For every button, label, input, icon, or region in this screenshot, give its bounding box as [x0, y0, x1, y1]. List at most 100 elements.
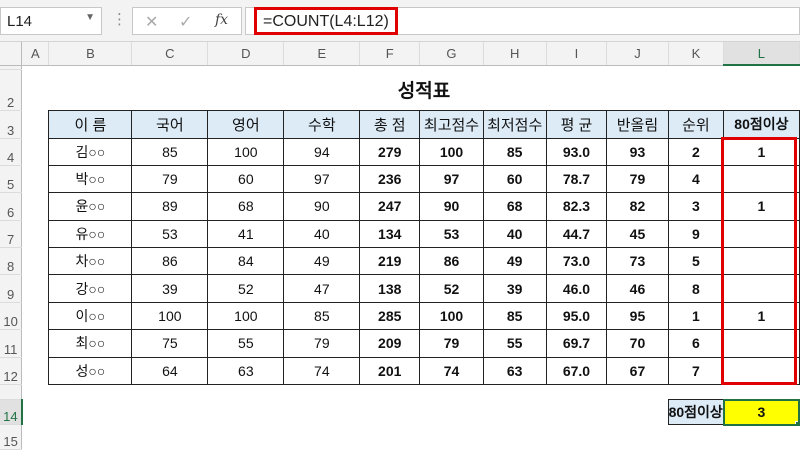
row-header-12[interactable]: 12 — [0, 357, 23, 386]
table-cell[interactable]: 247 — [359, 192, 421, 221]
cell[interactable] — [668, 425, 724, 450]
table-cell[interactable]: 52 — [207, 274, 285, 303]
table-cell[interactable]: 68 — [482, 192, 547, 221]
table-cell[interactable]: 82.3 — [545, 192, 608, 221]
table-cell[interactable]: 55 — [482, 329, 547, 358]
table-cell[interactable]: 78.7 — [545, 164, 608, 194]
table-cell[interactable]: 75 — [131, 329, 209, 358]
cell[interactable] — [668, 385, 724, 400]
cell[interactable] — [22, 357, 49, 384]
table-cell[interactable]: 90 — [283, 192, 361, 221]
table-cell[interactable]: 134 — [359, 219, 421, 249]
cell[interactable] — [208, 385, 284, 400]
table-cell[interactable]: 39 — [482, 274, 547, 303]
table-cell[interactable]: 67.0 — [545, 356, 608, 386]
table-cell[interactable]: 209 — [359, 329, 421, 358]
table-cell[interactable]: 김○○ — [48, 137, 133, 166]
table-cell[interactable]: 45 — [606, 219, 669, 249]
table-cell[interactable]: 60 — [207, 164, 285, 194]
cell[interactable] — [22, 275, 49, 302]
cell[interactable] — [49, 400, 132, 425]
table-cell[interactable]: 69.7 — [545, 329, 608, 358]
summary-label[interactable]: 80점이상 — [667, 399, 725, 426]
table-cell[interactable] — [723, 356, 800, 386]
row-header-9[interactable]: 9 — [0, 274, 23, 303]
fill-handle[interactable] — [795, 420, 797, 423]
cell[interactable] — [22, 248, 49, 275]
table-cell[interactable]: 68 — [207, 192, 285, 221]
name-box[interactable]: L14 ▼ — [0, 7, 102, 35]
cell[interactable] — [420, 425, 484, 450]
table-cell[interactable]: 1 — [723, 137, 800, 166]
table-cell[interactable] — [723, 274, 800, 303]
table-cell[interactable]: 53 — [131, 219, 209, 249]
table-cell[interactable]: 60 — [482, 164, 547, 194]
cell[interactable] — [607, 425, 668, 450]
table-header[interactable]: 반올림 — [606, 109, 669, 139]
table-cell[interactable]: 100 — [207, 301, 285, 331]
table-cell[interactable]: 85 — [482, 137, 547, 166]
column-header-H[interactable]: H — [483, 42, 547, 66]
row-header-10[interactable]: 10 — [0, 302, 23, 331]
table-cell[interactable]: 최○○ — [48, 329, 133, 358]
table-cell[interactable]: 100 — [419, 137, 484, 166]
cell[interactable] — [22, 425, 49, 450]
table-cell[interactable]: 93 — [606, 137, 669, 166]
table-cell[interactable]: 46 — [606, 274, 669, 303]
table-cell[interactable]: 63 — [207, 356, 285, 386]
cell[interactable] — [284, 385, 360, 400]
cell[interactable] — [420, 400, 484, 425]
column-header-J[interactable]: J — [606, 42, 669, 66]
table-cell[interactable] — [723, 247, 800, 276]
table-header[interactable]: 순위 — [667, 109, 725, 139]
row-header-11[interactable]: 11 — [0, 329, 23, 358]
table-cell[interactable]: 39 — [131, 274, 209, 303]
table-cell[interactable]: 236 — [359, 164, 421, 194]
column-header-E[interactable]: E — [283, 42, 361, 66]
table-cell[interactable]: 70 — [606, 329, 669, 358]
table-cell[interactable]: 74 — [283, 356, 361, 386]
cell[interactable] — [22, 302, 49, 329]
row-header-3[interactable]: 3 — [0, 110, 23, 139]
cell[interactable] — [22, 165, 49, 192]
confirm-icon[interactable]: ✓ — [179, 12, 192, 32]
table-cell[interactable]: 79 — [419, 329, 484, 358]
cell[interactable] — [284, 400, 360, 425]
column-header-F[interactable]: F — [359, 42, 421, 66]
table-cell[interactable] — [723, 164, 800, 194]
row-header-13[interactable] — [0, 384, 23, 401]
table-header[interactable]: 최고점수 — [419, 109, 484, 139]
row-header-6[interactable]: 6 — [0, 192, 23, 221]
cancel-icon[interactable]: ✕ — [145, 12, 158, 32]
table-cell[interactable]: 강○○ — [48, 274, 133, 303]
table-cell[interactable]: 차○○ — [48, 247, 133, 276]
formula-input[interactable]: =COUNT(L4:L12) — [245, 7, 800, 35]
table-header[interactable]: 총 점 — [359, 109, 421, 139]
table-cell[interactable]: 97 — [283, 164, 361, 194]
cell[interactable] — [132, 400, 208, 425]
table-cell[interactable]: 85 — [283, 301, 361, 331]
table-cell[interactable]: 2 — [667, 137, 725, 166]
cell[interactable] — [284, 425, 360, 450]
cell[interactable] — [22, 193, 49, 220]
cell[interactable] — [360, 385, 420, 400]
cell[interactable] — [22, 220, 49, 247]
row-header-5[interactable]: 5 — [0, 165, 23, 194]
cell[interactable] — [724, 425, 799, 450]
table-cell[interactable]: 1 — [667, 301, 725, 331]
table-cell[interactable]: 90 — [419, 192, 484, 221]
column-header-K[interactable]: K — [668, 42, 725, 66]
table-cell[interactable]: 9 — [667, 219, 725, 249]
cell[interactable] — [22, 400, 49, 425]
cell[interactable] — [420, 385, 484, 400]
table-cell[interactable]: 1 — [723, 192, 800, 221]
table-cell[interactable]: 100 — [207, 137, 285, 166]
row-header-7[interactable]: 7 — [0, 220, 23, 249]
cell[interactable] — [22, 69, 49, 110]
cell[interactable] — [22, 385, 49, 400]
table-cell[interactable]: 52 — [419, 274, 484, 303]
table-cell[interactable]: 윤○○ — [48, 192, 133, 221]
column-header-G[interactable]: G — [419, 42, 484, 66]
table-cell[interactable]: 40 — [482, 219, 547, 249]
table-cell[interactable]: 285 — [359, 301, 421, 331]
